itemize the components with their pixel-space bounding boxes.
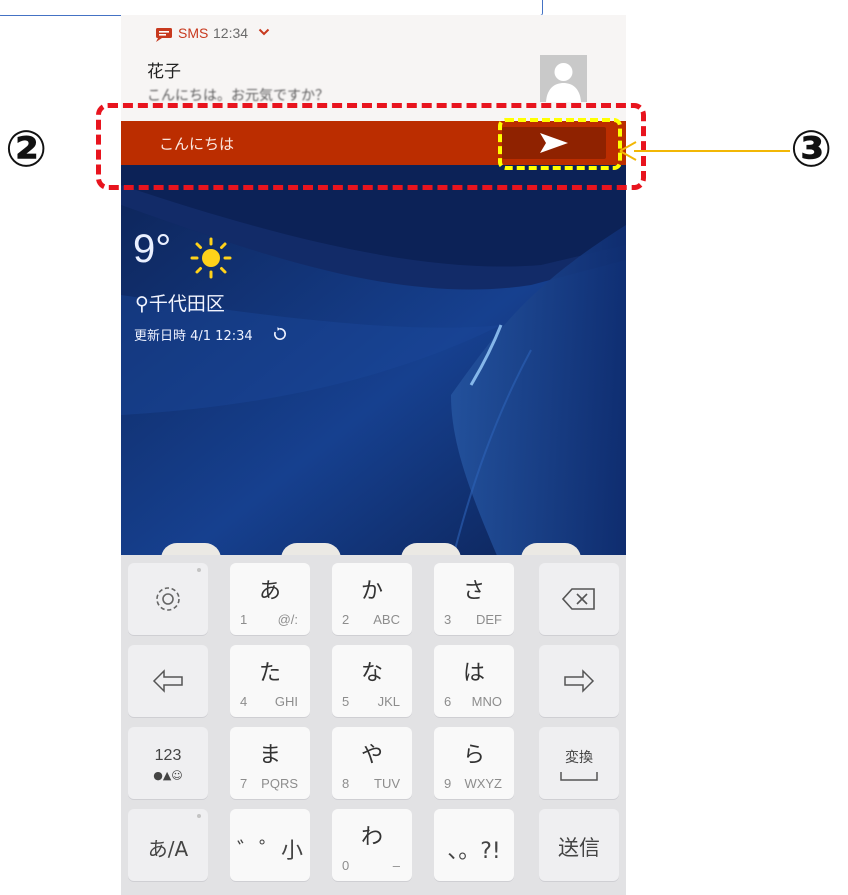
- highlight-box-send: [498, 118, 622, 170]
- left-arrow-icon: [152, 669, 183, 693]
- sender-name: 花子: [147, 62, 181, 82]
- punctuation-key[interactable]: 、。?!: [434, 809, 514, 881]
- key-ya-row[interactable]: や 8 TUV: [332, 727, 412, 799]
- key-ka-row[interactable]: か 2 ABC: [332, 563, 412, 635]
- send-key[interactable]: 送信: [539, 809, 619, 881]
- person-icon: [546, 63, 581, 102]
- number-symbol-key[interactable]: 123 ●▲☺: [128, 727, 208, 799]
- dakuten-small-key[interactable]: ゛゜小: [230, 809, 310, 881]
- convert-key[interactable]: 変換: [539, 727, 619, 799]
- right-arrow-icon: [564, 669, 595, 693]
- settings-key[interactable]: [128, 563, 208, 635]
- key-a-row[interactable]: あ 1 @/:: [230, 563, 310, 635]
- cursor-left-key[interactable]: [128, 645, 208, 717]
- annotation-label-2: ②: [5, 120, 48, 178]
- space-icon: [560, 772, 598, 781]
- weather-location: ⚲千代田区: [135, 293, 225, 315]
- key-ha-row[interactable]: は 6 MNO: [434, 645, 514, 717]
- chevron-down-icon[interactable]: [258, 27, 270, 37]
- weather-updated-time: 更新日時 4/1 12:34: [134, 329, 253, 344]
- key-wa-row[interactable]: わ 0 –: [332, 809, 412, 881]
- cursor-right-key[interactable]: [539, 645, 619, 717]
- wallpaper: [121, 165, 626, 565]
- message-preview: こんにちは。お元気ですか？: [147, 88, 329, 104]
- key-ma-row[interactable]: ま 7 PQRS: [230, 727, 310, 799]
- callout-arrow-icon: [619, 141, 790, 161]
- keyboard: あ 1 @/: か 2 ABC さ 3 DEF た 4 GHI な 5 JKL …: [121, 555, 626, 895]
- key-sa-row[interactable]: さ 3 DEF: [434, 563, 514, 635]
- location-pin-icon: ⚲: [135, 293, 149, 315]
- key-na-row[interactable]: な 5 JKL: [332, 645, 412, 717]
- annotation-label-3: ③: [790, 120, 833, 178]
- key-ta-row[interactable]: た 4 GHI: [230, 645, 310, 717]
- notification-app-name: SMS: [178, 25, 209, 41]
- gear-icon: [156, 587, 180, 611]
- notification-time: 12:34: [213, 25, 249, 41]
- callout-frame: [0, 0, 543, 16]
- sun-icon: [190, 237, 232, 279]
- weather-temperature: 9°: [133, 227, 172, 271]
- input-mode-key[interactable]: あ/A: [128, 809, 208, 881]
- key-ra-row[interactable]: ら 9 WXYZ: [434, 727, 514, 799]
- backspace-key[interactable]: [539, 563, 619, 635]
- backspace-icon: [562, 588, 595, 610]
- contact-avatar: [540, 55, 587, 102]
- refresh-icon[interactable]: [273, 327, 287, 341]
- message-icon: [156, 28, 172, 42]
